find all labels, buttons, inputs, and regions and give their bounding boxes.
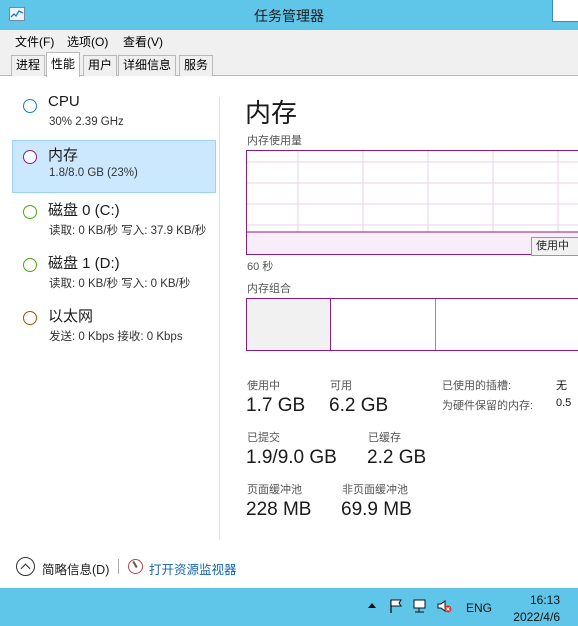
paged-pool-value: 228 MB <box>246 499 312 520</box>
open-resource-monitor-link[interactable]: 打开资源监视器 <box>149 559 237 578</box>
memory-usage-label: 内存使用量 <box>247 135 302 147</box>
composition-divider <box>435 299 436 350</box>
sidebar-divider[interactable] <box>219 97 220 540</box>
nonpaged-pool-value: 69.9 MB <box>341 499 412 520</box>
sidebar-item-label: 内存 <box>48 147 79 164</box>
paged-pool-label: 页面缓冲池 <box>247 484 302 496</box>
window-title: 任务管理器 <box>254 8 324 24</box>
sidebar-item-detail: 读取: 0 KB/秒 写入: 37.9 KB/秒 <box>49 225 207 237</box>
resource-monitor-icon[interactable] <box>128 559 143 574</box>
sidebar-item-ethernet[interactable]: 以太网 发送: 0 Kbps 接收: 0 Kbps <box>12 301 216 354</box>
available-label: 可用 <box>330 380 352 392</box>
memory-graph-grid <box>247 151 578 254</box>
tab-processes[interactable]: 进程 <box>11 55 46 76</box>
available-value: 6.2 GB <box>329 395 389 416</box>
memory-indicator-icon <box>23 150 37 164</box>
sidebar-item-disk0[interactable]: 磁盘 0 (C:) 读取: 0 KB/秒 写入: 37.9 KB/秒 <box>12 195 216 248</box>
disk-indicator-icon <box>23 205 37 219</box>
sidebar-item-label: 磁盘 0 (C:) <box>48 202 120 219</box>
clock-time[interactable]: 16:13 <box>0 593 560 607</box>
menu-file[interactable]: 文件(F) <box>15 33 54 50</box>
footer-separator <box>118 559 119 574</box>
task-manager-window: 任务管理器 文件(F) 选项(O) 查看(V) 进程 性能 用户 详细信息 服务… <box>0 0 578 588</box>
menu-view[interactable]: 查看(V) <box>123 33 163 50</box>
in-use-label: 使用中 <box>247 380 280 392</box>
page-title: 内存 <box>245 98 298 128</box>
graph-tooltip: 使用中 <box>531 237 578 256</box>
slots-used-value: 无 <box>556 380 567 392</box>
collapse-chevron-icon[interactable] <box>16 557 35 576</box>
cpu-indicator-icon <box>23 99 37 113</box>
tab-performance[interactable]: 性能 <box>46 52 81 77</box>
sidebar-item-memory[interactable]: 内存 1.8/8.0 GB (23%) <box>12 140 216 193</box>
graph-time-label: 60 秒 <box>247 261 274 273</box>
sidebar-item-detail: 发送: 0 Kbps 接收: 0 Kbps <box>49 331 183 343</box>
tab-services[interactable]: 服务 <box>179 55 214 76</box>
sidebar-item-label: 以太网 <box>48 308 94 325</box>
tab-details[interactable]: 详细信息 <box>118 55 177 76</box>
title-bar[interactable]: 任务管理器 <box>0 0 578 30</box>
tab-bar: 进程 性能 用户 详细信息 服务 <box>0 52 578 77</box>
hardware-reserved-label: 为硬件保留的内存: <box>442 400 534 412</box>
ethernet-indicator-icon <box>23 311 37 325</box>
tab-users[interactable]: 用户 <box>83 55 118 76</box>
committed-value: 1.9/9.0 GB <box>246 447 337 468</box>
memory-composition-bar[interactable] <box>246 298 578 351</box>
menu-options[interactable]: 选项(O) <box>67 33 108 50</box>
sidebar-item-cpu[interactable]: CPU 30% 2.39 GHz <box>12 89 216 142</box>
in-use-value: 1.7 GB <box>246 395 306 416</box>
memory-composition-label: 内存组合 <box>247 283 291 295</box>
clock-date[interactable]: 2022/4/6 <box>0 610 560 624</box>
disk-indicator-icon <box>23 258 37 272</box>
committed-label: 已提交 <box>247 432 280 444</box>
composition-in-use-segment[interactable] <box>247 299 331 350</box>
sidebar-item-detail: 30% 2.39 GHz <box>49 116 124 128</box>
nonpaged-pool-label: 非页面缓冲池 <box>342 484 408 496</box>
fewer-details-button[interactable]: 简略信息(D) <box>42 559 109 578</box>
sidebar-item-label: 磁盘 1 (D:) <box>48 255 120 272</box>
cached-value: 2.2 GB <box>367 447 427 468</box>
sidebar-item-disk1[interactable]: 磁盘 1 (D:) 读取: 0 KB/秒 写入: 0 KB/秒 <box>12 248 216 301</box>
sidebar-item-label: CPU <box>48 93 80 110</box>
memory-usage-graph <box>246 150 578 255</box>
sidebar-item-detail: 1.8/8.0 GB (23%) <box>49 167 138 179</box>
hardware-reserved-value: 0.5 <box>556 397 572 409</box>
slots-used-label: 已使用的插槽: <box>442 380 512 392</box>
menu-bar: 文件(F) 选项(O) 查看(V) <box>0 30 578 52</box>
cached-label: 已缓存 <box>368 432 401 444</box>
sidebar-item-detail: 读取: 0 KB/秒 写入: 0 KB/秒 <box>49 278 191 290</box>
window-controls-edge[interactable] <box>552 0 578 22</box>
